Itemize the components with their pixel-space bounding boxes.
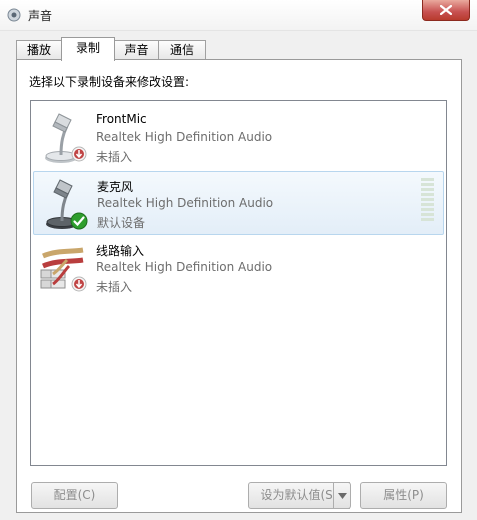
device-name: 麦克风 xyxy=(97,180,134,194)
device-name: FrontMic xyxy=(96,112,147,126)
window-title: 声音 xyxy=(28,9,53,23)
tab-communications[interactable]: 通信 xyxy=(158,40,206,60)
sound-dialog: 声音 播放 录制 声音 通信 选择以下录制设备来修改设置: FrontMic R… xyxy=(0,0,477,520)
tab-recording[interactable]: 录制 xyxy=(61,37,115,61)
unplugged-badge-icon xyxy=(71,146,87,162)
level-meter xyxy=(421,178,435,221)
device-description: Realtek High Definition Audio xyxy=(97,196,274,210)
speaker-icon xyxy=(7,8,21,22)
chevron-down-icon xyxy=(337,493,347,499)
instruction-text: 选择以下录制设备来修改设置: xyxy=(29,75,190,89)
configure-button[interactable]: 配置(C) xyxy=(31,482,118,509)
device-description: Realtek High Definition Audio xyxy=(96,260,273,274)
device-status: 默认设备 xyxy=(97,216,146,230)
close-button[interactable] xyxy=(422,0,470,21)
set-default-dropdown[interactable] xyxy=(333,482,351,509)
title-bar[interactable]: 声音 xyxy=(0,0,477,31)
device-status: 未插入 xyxy=(96,280,133,294)
tab-sounds[interactable]: 声音 xyxy=(113,40,160,60)
default-check-icon xyxy=(70,212,88,230)
device-list[interactable]: FrontMic Realtek High Definition Audio 未… xyxy=(30,100,447,466)
device-name: 线路输入 xyxy=(96,244,145,258)
tab-playback[interactable]: 播放 xyxy=(16,40,62,60)
properties-button[interactable]: 属性(P) xyxy=(360,482,447,509)
device-status: 未插入 xyxy=(96,150,133,164)
device-description: Realtek High Definition Audio xyxy=(96,130,273,144)
device-item-microphone[interactable]: 麦克风 Realtek High Definition Audio 默认设备 xyxy=(33,171,444,235)
unplugged-badge-icon xyxy=(71,276,87,292)
device-item-frontmic[interactable]: FrontMic Realtek High Definition Audio 未… xyxy=(33,106,442,168)
device-item-line-in[interactable]: 线路输入 Realtek High Definition Audio 未插入 xyxy=(33,236,442,298)
close-icon xyxy=(440,5,452,15)
